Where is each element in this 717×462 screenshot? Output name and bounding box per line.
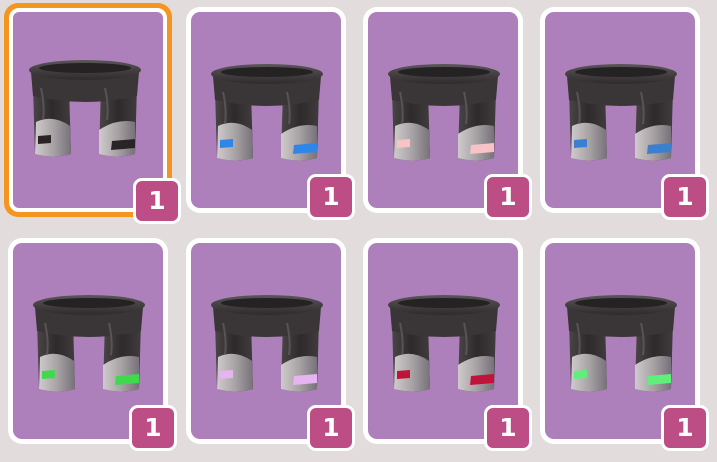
item-count-badge: 1 <box>307 405 355 451</box>
inventory-item-shorts-green-stripe[interactable]: 1 <box>8 238 177 451</box>
item-slot-background: 1 <box>545 243 709 451</box>
item-count-badge: 1 <box>661 405 709 451</box>
shorts-icon <box>211 295 323 392</box>
inventory-item-shorts-black-stripe[interactable]: 1 <box>4 3 181 224</box>
shorts-icon <box>388 295 500 392</box>
item-count-badge: 1 <box>133 178 181 224</box>
shorts-icon <box>388 64 500 161</box>
shorts-icon <box>211 64 323 161</box>
item-count-badge: 1 <box>661 174 709 220</box>
shorts-icon <box>29 60 141 157</box>
inventory-item-shorts-crimson-stripe[interactable]: 1 <box>363 238 532 451</box>
shorts-icon <box>33 295 145 392</box>
item-count-badge: 1 <box>484 174 532 220</box>
item-slot-background: 1 <box>545 12 709 220</box>
item-count-badge: 1 <box>484 405 532 451</box>
inventory-item-shorts-steel-blue-stripe[interactable]: 1 <box>540 7 709 220</box>
item-count-badge: 1 <box>129 405 177 451</box>
item-slot-background: 1 <box>9 8 181 224</box>
item-slot-background: 1 <box>368 12 532 220</box>
item-slot-background: 1 <box>191 12 355 220</box>
shorts-icon <box>565 64 677 161</box>
shorts-icon <box>565 295 677 392</box>
inventory-item-shorts-mint-stripe[interactable]: 1 <box>540 238 709 451</box>
inventory-grid: 1 1 1 1 1 1 1 1 <box>0 0 717 462</box>
item-slot-background: 1 <box>191 243 355 451</box>
inventory-item-shorts-pink-stripe[interactable]: 1 <box>363 7 532 220</box>
inventory-item-shorts-blue-stripe[interactable]: 1 <box>186 7 355 220</box>
item-slot-background: 1 <box>368 243 532 451</box>
inventory-item-shorts-lavender-stripe[interactable]: 1 <box>186 238 355 451</box>
item-count-badge: 1 <box>307 174 355 220</box>
item-slot-background: 1 <box>13 243 177 451</box>
